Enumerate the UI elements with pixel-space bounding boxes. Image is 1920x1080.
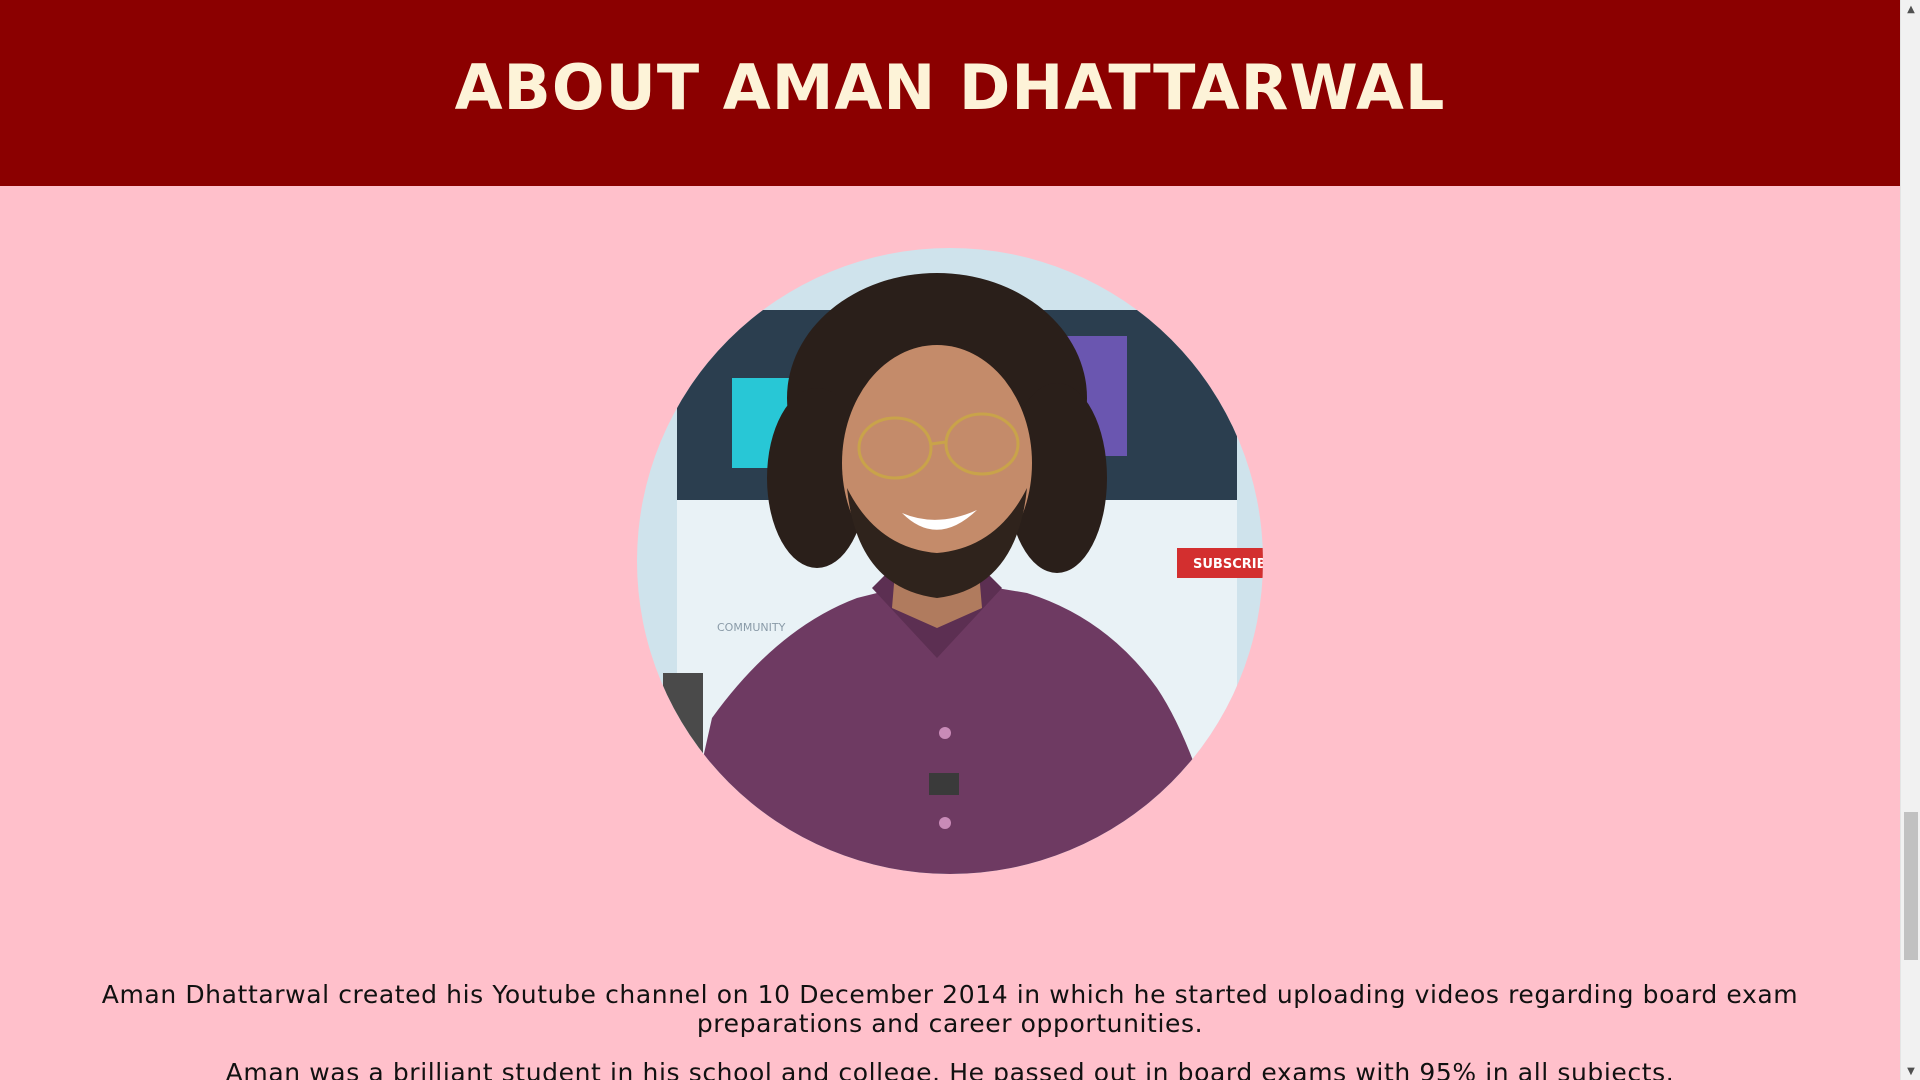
scroll-up-arrow-icon[interactable]: ▲: [1901, 0, 1920, 18]
bio-paragraph-1: Aman Dhattarwal created his Youtube chan…: [101, 980, 1799, 1038]
main-content: ABOUT AMAN DHATTARWAL SUBSCRIBE COMMUNIT…: [0, 0, 1900, 1080]
scroll-down-arrow-icon[interactable]: ▼: [1901, 1062, 1920, 1080]
page: ABOUT AMAN DHATTARWAL SUBSCRIBE COMMUNIT…: [0, 0, 1920, 1080]
portrait-illustration: SUBSCRIBE COMMUNITY: [637, 248, 1263, 874]
scrollbar-thumb[interactable]: [1904, 812, 1918, 960]
subscribe-label: SUBSCRIBE: [1193, 557, 1263, 572]
bio-paragraph-2: Aman was a brilliant student in his scho…: [225, 1058, 1675, 1080]
page-header: ABOUT AMAN DHATTARWAL: [0, 0, 1900, 186]
profile-photo: SUBSCRIBE COMMUNITY: [637, 248, 1263, 874]
vertical-scrollbar[interactable]: ▲ ▼: [1900, 0, 1920, 1080]
page-title: ABOUT AMAN DHATTARWAL: [454, 50, 1446, 124]
bio-section: Aman Dhattarwal created his Youtube chan…: [60, 980, 1840, 1080]
community-label: COMMUNITY: [717, 621, 786, 634]
